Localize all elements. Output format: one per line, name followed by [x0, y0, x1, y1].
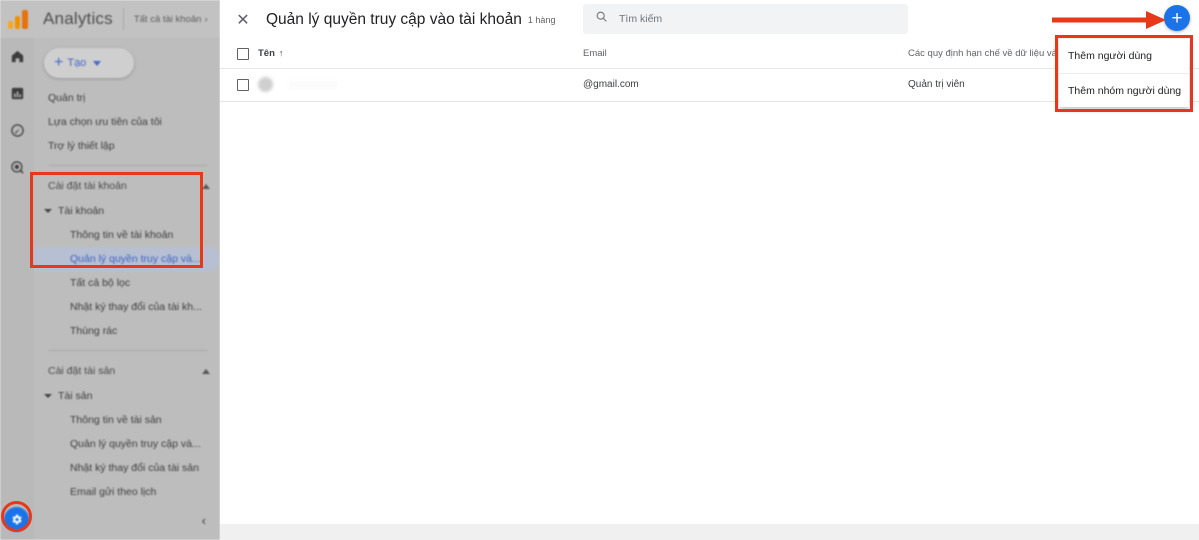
main-header: ✕ Quản lý quyền truy cập vào tài khoản 1… [220, 0, 1199, 40]
main-footer-strip [220, 524, 1199, 540]
sidebar-item-lua-chon-uu-tien[interactable]: Lựa chọn ưu tiên của tôi [34, 110, 220, 134]
menu-item-add-user[interactable]: Thêm người dùng [1059, 39, 1189, 73]
search-placeholder: Tìm kiếm [619, 13, 663, 25]
sidebar-item-tai-san[interactable]: Tài sản [34, 384, 220, 408]
column-header-restrictions-label: Các quy định hạn chế về dữ liệu và [908, 48, 1057, 60]
nav-divider [48, 350, 208, 351]
plus-icon: + [54, 54, 64, 71]
access-management-table: Tên ↑ Email Các quy định hạn chế về dữ li… [220, 40, 1199, 102]
sidebar-item-label: Quản lý quyền truy cập và... [70, 253, 201, 265]
collapse-sidebar-button[interactable]: ‹ [202, 513, 206, 528]
search-input[interactable]: Tìm kiếm [583, 4, 908, 34]
avatar [258, 77, 273, 92]
select-all-header [220, 40, 258, 69]
reports-bar-chart-icon[interactable] [0, 75, 34, 112]
table-body: @gmail.com Quản trị viên [220, 68, 1199, 102]
column-header-name-label: Tên [258, 48, 275, 60]
brand-title: Analytics [43, 9, 113, 28]
menu-item-label: Thêm nhóm người dùng [1068, 84, 1182, 97]
create-button-label: Tạo [67, 57, 87, 69]
row-email-label: @gmail.com [583, 79, 639, 90]
add-fab[interactable]: + [1164, 5, 1190, 31]
sidebar-group-label: Cài đặt tài sản [48, 365, 116, 377]
sort-ascending-icon: ↑ [278, 48, 284, 59]
page-title: Quản lý quyền truy cập vào tài khoản [266, 11, 522, 28]
analytics-topbar: Analytics Tất cả tài khoản › [0, 0, 220, 38]
column-header-email[interactable]: Email [583, 40, 908, 69]
sidebar-item-label: Tất cả bộ lọc [70, 277, 131, 289]
create-button[interactable]: + Tạo [44, 48, 134, 78]
chevron-down-icon [93, 60, 102, 66]
add-user-menu: Thêm người dùng Thêm nhóm người dùng [1059, 39, 1189, 107]
sidebar-item-thung-rac[interactable]: Thùng rác [34, 319, 220, 343]
sidebar-item-tai-khoan[interactable]: Tài khoản [34, 199, 220, 223]
gear-icon[interactable] [4, 507, 29, 532]
sidebar-item-label: Lựa chọn ưu tiên của tôi [48, 116, 162, 128]
sidebar-item-label: Tài sản [58, 390, 93, 402]
nav-panel: + Tạo Quản trị Lựa chọn ưu tiên của tôi … [34, 38, 220, 540]
column-header-email-label: Email [583, 48, 607, 60]
row-checkbox[interactable] [237, 78, 249, 91]
chevron-right-icon: › [204, 13, 208, 25]
row-email-cell: @gmail.com [583, 68, 908, 102]
sidebar-item-label: Thông tin về tài sản [70, 414, 162, 426]
search-icon [595, 10, 608, 28]
icon-rail [0, 38, 34, 540]
row-name-redacted [289, 80, 337, 89]
table-row[interactable]: @gmail.com Quản trị viên [220, 68, 1199, 102]
sidebar-item-label: Email gửi theo lịch [70, 486, 157, 498]
sidebar-item-quan-ly-quyen-truy-cap-property[interactable]: Quản lý quyền truy cập và... [34, 432, 220, 456]
sidebar-group-cai-dat-tai-khoan[interactable]: Cài đặt tài khoản [34, 173, 220, 199]
column-header-name[interactable]: Tên ↑ [258, 40, 583, 69]
close-icon[interactable]: ✕ [226, 0, 260, 40]
breadcrumb[interactable]: Tất cả tài khoản › [134, 14, 208, 25]
sidebar-item-tro-ly-thiet-lap[interactable]: Trợ lý thiết lập [34, 134, 220, 158]
sidebar-item-label: Thùng rác [70, 325, 118, 337]
analytics-logo-icon [8, 9, 34, 29]
table-header: Tên ↑ Email Các quy định hạn chế về dữ li… [220, 40, 1199, 69]
chevron-up-icon [202, 368, 210, 374]
sidebar-item-tat-ca-bo-loc[interactable]: Tất cả bộ lọc [34, 271, 220, 295]
analytics-left-shell: Analytics Tất cả tài khoản › + Tạo Quản … [0, 0, 220, 540]
sidebar-item-quan-ly-quyen-truy-cap-account[interactable]: Quản lý quyền truy cập và... [34, 247, 220, 271]
row-name-cell [258, 68, 583, 102]
table-header-row: Tên ↑ Email Các quy định hạn chế về dữ li… [220, 40, 1199, 69]
nav-list: Quản trị Lựa chọn ưu tiên của tôi Trợ lý… [34, 86, 220, 504]
sidebar-item-label: Trợ lý thiết lập [48, 140, 115, 152]
sidebar-item-label: Tài khoản [58, 205, 105, 217]
app-root: Analytics Tất cả tài khoản › + Tạo Quản … [0, 0, 1199, 540]
sidebar-item-thong-tin-tai-khoan[interactable]: Thông tin về tài khoản [34, 223, 220, 247]
sidebar-item-email-gui-theo-lich[interactable]: Email gửi theo lịch [34, 480, 220, 504]
sidebar-item-nhat-ky-thay-doi-tai-khoan[interactable]: Nhật ký thay đổi của tài kh... [34, 295, 220, 319]
main-panel: ✕ Quản lý quyền truy cập vào tài khoản 1… [220, 0, 1199, 540]
explore-compass-icon[interactable] [0, 112, 34, 149]
nav-divider [48, 165, 208, 166]
sidebar-item-nhat-ky-thay-doi-tai-san[interactable]: Nhật ký thay đổi của tài sản [34, 456, 220, 480]
sidebar-item-label: Nhật ký thay đổi của tài sản [70, 462, 199, 474]
sidebar-item-label: Quản trị [48, 92, 86, 104]
advertising-target-icon[interactable] [0, 149, 34, 186]
sidebar-item-label: Quản lý quyền truy cập và... [70, 438, 201, 450]
menu-item-add-user-group[interactable]: Thêm nhóm người dùng [1059, 73, 1189, 107]
row-select-cell [220, 68, 258, 102]
sidebar-group-label: Cài đặt tài khoản [48, 180, 127, 192]
row-count-badge: 1 hàng [527, 15, 556, 25]
sidebar-group-cai-dat-tai-san[interactable]: Cài đặt tài sản [34, 358, 220, 384]
row-restrictions-label: Quản trị viên [908, 79, 965, 90]
breadcrumb-label: Tất cả tài khoản [133, 13, 202, 25]
topbar-divider [122, 8, 124, 30]
select-all-checkbox[interactable] [237, 47, 249, 60]
triangle-expand-icon [44, 209, 52, 213]
home-icon[interactable] [0, 38, 34, 75]
sidebar-item-label: Nhật ký thay đổi của tài kh... [70, 301, 202, 313]
sidebar-item-thong-tin-tai-san[interactable]: Thông tin về tài sản [34, 408, 220, 432]
sidebar-item-quan-tri[interactable]: Quản trị [34, 86, 220, 110]
menu-item-label: Thêm người dùng [1068, 50, 1152, 62]
chevron-up-icon [202, 183, 210, 189]
triangle-expand-icon [44, 394, 52, 398]
sidebar-item-label: Thông tin về tài khoản [70, 229, 174, 241]
